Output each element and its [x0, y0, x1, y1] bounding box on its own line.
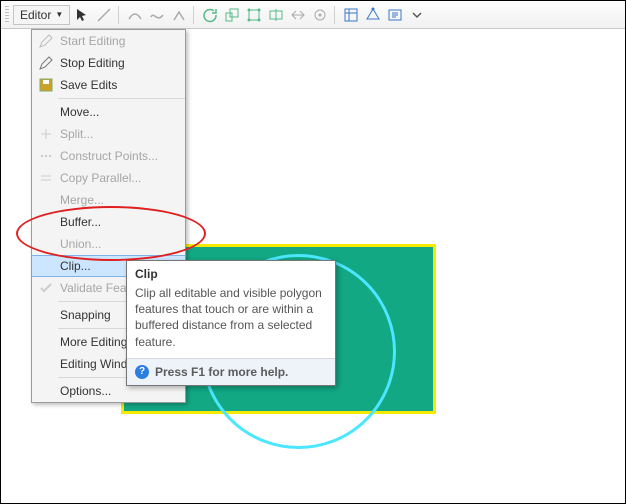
reshape-tool-icon[interactable] — [244, 5, 264, 25]
union-icon — [36, 236, 56, 252]
line-tool-icon[interactable] — [94, 5, 114, 25]
curve-tool-icon[interactable] — [125, 5, 145, 25]
editor-dropdown-button[interactable]: Editor ▼ — [13, 5, 70, 25]
chevron-down-icon: ▼ — [55, 10, 63, 19]
toolbar-separator — [334, 6, 335, 24]
menu-label: Copy Parallel... — [60, 171, 179, 185]
blank-icon — [36, 383, 56, 399]
blank-icon — [36, 356, 56, 372]
trace-tool-icon[interactable] — [169, 5, 189, 25]
menu-save-edits[interactable]: Save Edits — [32, 74, 185, 96]
clip-icon — [36, 258, 56, 274]
split-tool-icon[interactable] — [288, 5, 308, 25]
menu-label: Union... — [60, 237, 179, 251]
tooltip-footer-text: Press F1 for more help. — [155, 365, 288, 379]
split-icon — [36, 126, 56, 142]
menu-label: Save Edits — [60, 78, 179, 92]
menu-label: Split... — [60, 127, 179, 141]
tooltip-body: Clip all editable and visible polygon fe… — [127, 283, 335, 358]
toolbar-grip-icon — [5, 6, 9, 24]
menu-label: Stop Editing — [60, 56, 179, 70]
buffer-icon — [36, 214, 56, 230]
blank-icon — [36, 334, 56, 350]
validate-icon — [36, 280, 56, 296]
create-features-icon[interactable] — [385, 5, 405, 25]
menu-label: Options... — [60, 384, 179, 398]
save-icon — [36, 77, 56, 93]
menu-label: Merge... — [60, 193, 179, 207]
parallel-icon — [36, 170, 56, 186]
tooltip: Clip Clip all editable and visible polyg… — [126, 260, 336, 386]
menu-move[interactable]: Move... — [32, 101, 185, 123]
menu-start-editing[interactable]: Start Editing — [32, 30, 185, 52]
menu-split[interactable]: Split... — [32, 123, 185, 145]
toolbar-separator — [118, 6, 119, 24]
menu-label: Start Editing — [60, 34, 179, 48]
menu-buffer[interactable]: Buffer... — [32, 211, 185, 233]
attributes-icon[interactable] — [341, 5, 361, 25]
editor-toolbar: Editor ▼ — [1, 1, 625, 29]
menu-label: Construct Points... — [60, 149, 179, 163]
cut-polygon-icon[interactable] — [266, 5, 286, 25]
dropdown-caret-icon[interactable] — [407, 5, 427, 25]
sketch-icon[interactable] — [363, 5, 383, 25]
blank-icon — [36, 104, 56, 120]
menu-union[interactable]: Union... — [32, 233, 185, 255]
points-icon — [36, 148, 56, 164]
menu-separator — [58, 98, 185, 99]
menu-label: Buffer... — [60, 215, 179, 229]
merge-icon — [36, 192, 56, 208]
menu-stop-editing[interactable]: Stop Editing — [32, 52, 185, 74]
blank-icon — [36, 307, 56, 323]
pencil-icon — [36, 33, 56, 49]
menu-construct-points[interactable]: Construct Points... — [32, 145, 185, 167]
rotate-tool-icon[interactable] — [200, 5, 220, 25]
cursor-icon[interactable] — [72, 5, 92, 25]
tooltip-footer: ? Press F1 for more help. — [127, 358, 335, 385]
menu-label: Move... — [60, 105, 179, 119]
editor-button-label: Editor — [20, 8, 51, 22]
point-tool-icon[interactable] — [310, 5, 330, 25]
scale-tool-icon[interactable] — [222, 5, 242, 25]
tooltip-title: Clip — [127, 261, 335, 283]
toolbar-separator — [193, 6, 194, 24]
menu-copy-parallel[interactable]: Copy Parallel... — [32, 167, 185, 189]
help-icon: ? — [135, 365, 149, 379]
freehand-tool-icon[interactable] — [147, 5, 167, 25]
menu-merge[interactable]: Merge... — [32, 189, 185, 211]
pencil-stop-icon — [36, 55, 56, 71]
